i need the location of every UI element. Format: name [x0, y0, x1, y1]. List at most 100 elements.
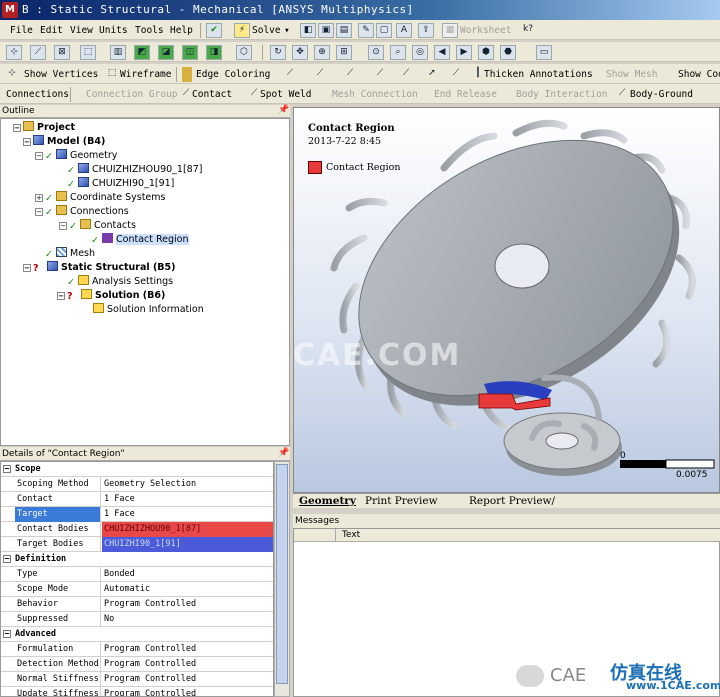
- collapse-icon[interactable]: −: [23, 264, 31, 272]
- collapse-icon[interactable]: −: [23, 138, 31, 146]
- group-definition[interactable]: − Definition: [1, 552, 273, 567]
- show-mesh-button[interactable]: Show Mesh: [606, 67, 657, 82]
- details-row[interactable]: Behavior Program Controlled: [1, 597, 273, 612]
- show-vertices-button[interactable]: Show Vertices: [24, 67, 98, 82]
- solve-icon[interactable]: ⚡: [234, 23, 250, 38]
- column-text[interactable]: Text: [342, 530, 360, 540]
- collapse-icon[interactable]: −: [35, 208, 43, 216]
- worksheet-icon[interactable]: ▦: [442, 23, 458, 38]
- check-icon[interactable]: ✔: [206, 23, 222, 38]
- graphics-viewport[interactable]: 1CAE.COM Contact Region 2013-7-22 8:45 C…: [293, 107, 720, 493]
- cube-icon[interactable]: ⬡: [236, 45, 252, 60]
- tab-print-preview[interactable]: Print Preview: [365, 495, 438, 508]
- iso-view-icon[interactable]: ⬢: [478, 45, 494, 60]
- new-figure-icon[interactable]: ◧: [300, 23, 316, 38]
- show-coordinate-systems-button[interactable]: Show Coo: [678, 67, 720, 82]
- pin-icon[interactable]: 📌: [278, 105, 289, 115]
- details-row[interactable]: Scope Mode Automatic: [1, 582, 273, 597]
- tree-item-analysis-settings[interactable]: ✓ Analysis Settings: [67, 275, 173, 288]
- green-edge-icon[interactable]: ◪: [158, 45, 174, 60]
- expand-icon[interactable]: +: [35, 194, 43, 202]
- chart-icon[interactable]: ▤: [336, 23, 352, 38]
- menu-units[interactable]: Units: [99, 23, 128, 38]
- edge-style-2-icon[interactable]: ⟋: [312, 67, 328, 82]
- end-release-button[interactable]: End Release: [434, 87, 497, 102]
- collapse-icon[interactable]: −: [13, 124, 21, 132]
- help-pointer-icon[interactable]: k?: [520, 23, 536, 38]
- details-row[interactable]: Update Stiffness Program Controlled: [1, 687, 273, 696]
- menu-help[interactable]: Help: [170, 23, 193, 38]
- pin-icon[interactable]: 📌: [278, 448, 289, 458]
- text-icon[interactable]: A: [396, 23, 412, 38]
- select-edge-icon[interactable]: ⟋: [30, 45, 46, 60]
- tree-item-body-1[interactable]: ✓ CHUIZHIZHOU90_1[87]: [67, 163, 202, 176]
- details-row[interactable]: Contact 1 Face: [1, 492, 273, 507]
- solve-button[interactable]: Solve: [252, 23, 281, 38]
- select-body-icon[interactable]: ▥: [110, 45, 126, 60]
- details-row[interactable]: Scoping Method Geometry Selection: [1, 477, 273, 492]
- menu-view[interactable]: View: [70, 23, 93, 38]
- details-row[interactable]: Suppressed No: [1, 612, 273, 627]
- details-row[interactable]: Type Bonded: [1, 567, 273, 582]
- connection-group-button[interactable]: Connection Group: [86, 87, 178, 102]
- collapse-icon[interactable]: −: [57, 292, 65, 300]
- edge-style-4-icon[interactable]: ⟋: [372, 67, 388, 82]
- body-ground-dropdown[interactable]: Body-Ground: [630, 87, 693, 102]
- collapse-icon[interactable]: −: [3, 555, 11, 563]
- details-row[interactable]: Target Bodies CHUIZHI90_1[91]: [1, 537, 273, 552]
- tree-item-model[interactable]: − Model (B4): [23, 135, 105, 148]
- annotation-icon[interactable]: ▢: [376, 23, 392, 38]
- mesh-connection-button[interactable]: Mesh Connection: [332, 87, 418, 102]
- menu-file[interactable]: File: [10, 23, 33, 38]
- tab-geometry[interactable]: Geometry: [299, 495, 356, 508]
- arrow-icon[interactable]: ➚: [424, 67, 440, 82]
- zoom-green-icon[interactable]: ◎: [412, 45, 428, 60]
- tree-item-solution-information[interactable]: Solution Information: [93, 303, 204, 316]
- tree-item-contact-region[interactable]: ✓ Contact Region: [91, 233, 189, 246]
- pan-icon[interactable]: ✥: [292, 45, 308, 60]
- contact-dropdown[interactable]: Contact: [192, 87, 232, 102]
- tree-item-body-2[interactable]: ✓ CHUIZHI90_1[91]: [67, 177, 174, 190]
- green-vertex-icon[interactable]: ◫: [182, 45, 198, 60]
- column-icon[interactable]: [294, 529, 336, 542]
- details-row[interactable]: Formulation Program Controlled: [1, 642, 273, 657]
- edge-style-5-icon[interactable]: ⟋: [398, 67, 414, 82]
- details-row[interactable]: Target 1 Face: [1, 507, 273, 522]
- worksheet-button[interactable]: Worksheet: [460, 23, 511, 38]
- zoom-icon[interactable]: ⊕: [314, 45, 330, 60]
- view-dropdown-icon[interactable]: ⬣: [500, 45, 516, 60]
- edge-style-6-icon[interactable]: ⟋: [448, 67, 464, 82]
- comment-icon[interactable]: ✎: [358, 23, 374, 38]
- tree-item-contacts[interactable]: − ✓ Contacts: [59, 219, 136, 232]
- image-icon[interactable]: ▣: [318, 23, 334, 38]
- export-icon[interactable]: ⇪: [418, 23, 434, 38]
- tree-item-project[interactable]: − Project: [13, 121, 75, 134]
- details-scrollbar[interactable]: [274, 461, 290, 697]
- spot-weld-button[interactable]: Spot Weld: [260, 87, 311, 102]
- green-body-icon[interactable]: ◨: [206, 45, 222, 60]
- details-row[interactable]: Detection Method Program Controlled: [1, 657, 273, 672]
- viewport-icon[interactable]: ▭: [536, 45, 552, 60]
- wireframe-button[interactable]: Wireframe: [120, 67, 171, 82]
- details-row[interactable]: Normal Stiffness Program Controlled: [1, 672, 273, 687]
- tree-item-coordinate-systems[interactable]: + ✓ Coordinate Systems: [35, 191, 165, 204]
- collapse-icon[interactable]: −: [3, 630, 11, 638]
- collapse-icon[interactable]: −: [3, 465, 11, 473]
- magnifier-icon[interactable]: ⌕: [390, 45, 406, 60]
- edge-style-1-icon[interactable]: ⟋: [282, 67, 298, 82]
- green-face-icon[interactable]: ◩: [134, 45, 150, 60]
- tree-item-static-structural[interactable]: −? Static Structural (B5): [23, 261, 176, 274]
- scrollbar-thumb[interactable]: [276, 464, 288, 684]
- next-view-icon[interactable]: ◀: [434, 45, 450, 60]
- tree-item-connections[interactable]: − ✓ Connections: [35, 205, 129, 218]
- collapse-icon[interactable]: −: [59, 222, 67, 230]
- details-row[interactable]: Contact Bodies CHUIZHIZHOU90_1[87]: [1, 522, 273, 537]
- select-face-icon[interactable]: ⊠: [54, 45, 70, 60]
- group-scope[interactable]: − Scope: [1, 462, 273, 477]
- zoom-fit-icon[interactable]: ⊙: [368, 45, 384, 60]
- edge-coloring-dropdown[interactable]: Edge Coloring: [196, 67, 270, 82]
- edge-style-3-icon[interactable]: ⟋: [342, 67, 358, 82]
- group-advanced[interactable]: − Advanced: [1, 627, 273, 642]
- box-zoom-icon[interactable]: ⊞: [336, 45, 352, 60]
- menu-tools[interactable]: Tools: [135, 23, 164, 38]
